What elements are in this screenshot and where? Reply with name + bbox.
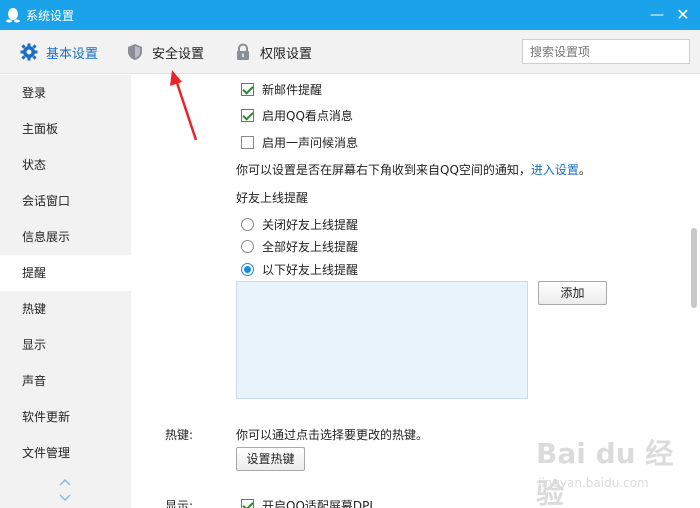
qq-feed-row[interactable]: 启用QQ看点消息 <box>241 107 353 124</box>
tab-security-label: 安全设置 <box>152 46 205 62</box>
qq-feed-checkbox[interactable] <box>241 109 254 122</box>
add-button[interactable]: 添加 <box>538 281 607 305</box>
scrollbar-thumb[interactable] <box>691 228 697 308</box>
radio-row-off[interactable]: 关闭好友上线提醒 <box>241 216 358 233</box>
open-settings-link[interactable]: 进入设置 <box>531 161 579 178</box>
sidebar-item-status[interactable]: 状态 <box>0 147 131 183</box>
gear-icon <box>20 43 38 61</box>
set-hotkey-button[interactable]: 设置热键 <box>236 447 305 471</box>
sidebar-item-sound[interactable]: 声音 <box>0 363 131 399</box>
title-bar: 系统设置 — ✕ <box>0 0 700 30</box>
greeting-row[interactable]: 启用一声问候消息 <box>241 134 358 151</box>
sidebar-item-reminders[interactable]: 提醒 <box>0 255 131 291</box>
tab-bar: 基本设置 安全设置 权限设置 <box>0 30 700 74</box>
radio-all-label: 全部好友上线提醒 <box>262 240 359 254</box>
red-arrow-annotation <box>170 70 198 141</box>
window-title: 系统设置 <box>26 9 75 23</box>
friend-list-box[interactable] <box>236 281 528 399</box>
sidebar-item-chat-window[interactable]: 会话窗口 <box>0 183 131 219</box>
sidebar-item-login[interactable]: 登录 <box>0 75 131 111</box>
dpi-label: 开启QQ适配屏幕DPI <box>262 499 373 508</box>
mail-reminder-label: 新邮件提醒 <box>262 83 323 97</box>
shield-icon <box>128 44 142 60</box>
close-button[interactable]: ✕ <box>672 4 694 26</box>
settings-window: 系统设置 — ✕ 基本设置 安全设置 权限设置 搜索设置项 登录 主面板 状态 … <box>0 0 700 508</box>
chevron-up-icon[interactable] <box>58 477 72 487</box>
mail-reminder-checkbox[interactable] <box>241 83 254 96</box>
sidebar-item-main-panel[interactable]: 主面板 <box>0 111 131 147</box>
search-input[interactable] <box>522 39 690 64</box>
qzone-notice-row: 你可以设置是否在屏幕右下角收到来自QQ空间的通知， 进入设置 。 <box>236 161 591 178</box>
qzone-notice-text: 你可以设置是否在屏幕右下角收到来自QQ空间的通知， <box>236 163 531 177</box>
sidebar: 登录 主面板 状态 会话窗口 信息展示 提醒 热键 显示 声音 软件更新 文件管… <box>0 75 131 508</box>
watermark-url: jingyan.baidu.com <box>538 476 649 490</box>
chevron-down-icon[interactable] <box>58 493 72 503</box>
display-section-label: 显示: <box>165 499 194 508</box>
radio-row-selected[interactable]: 以下好友上线提醒 <box>241 261 358 278</box>
radio-row-all[interactable]: 全部好友上线提醒 <box>241 238 358 255</box>
radio-all[interactable] <box>241 240 254 253</box>
qq-feed-label: 启用QQ看点消息 <box>262 109 353 123</box>
friend-online-heading: 好友上线提醒 <box>236 191 309 205</box>
qzone-notice-end: 。 <box>578 163 591 177</box>
minimize-button[interactable]: — <box>646 4 668 26</box>
greeting-checkbox[interactable] <box>241 136 254 149</box>
hotkey-section-label: 热键: <box>165 428 194 442</box>
radio-off[interactable] <box>241 218 254 231</box>
radio-selected-friends[interactable] <box>241 263 254 276</box>
sidebar-item-software-update[interactable]: 软件更新 <box>0 399 131 435</box>
tab-basic-label: 基本设置 <box>46 46 99 62</box>
radio-off-label: 关闭好友上线提醒 <box>262 218 359 232</box>
greeting-label: 启用一声问候消息 <box>262 136 359 150</box>
mail-reminder-row[interactable]: 新邮件提醒 <box>241 81 322 98</box>
radio-selected-label: 以下好友上线提醒 <box>262 263 359 277</box>
watermark: Bai du 经验 jingyan.baidu.com <box>532 432 692 508</box>
tab-basic-settings[interactable]: 基本设置 <box>20 30 98 74</box>
sidebar-item-hotkeys[interactable]: 热键 <box>0 291 131 327</box>
dpi-checkbox[interactable] <box>241 499 254 508</box>
tab-permission-settings[interactable]: 权限设置 <box>234 30 312 74</box>
sidebar-item-display[interactable]: 显示 <box>0 327 131 363</box>
hotkey-description: 你可以通过点击选择要更改的热键。 <box>236 428 429 442</box>
lock-icon <box>237 43 249 60</box>
qq-penguin-icon <box>6 8 20 23</box>
dpi-row[interactable]: 开启QQ适配屏幕DPI <box>241 497 373 508</box>
sidebar-item-file-management[interactable]: 文件管理 <box>0 435 131 471</box>
sidebar-item-info-display[interactable]: 信息展示 <box>0 219 131 255</box>
tab-permission-label: 权限设置 <box>260 46 313 62</box>
watermark-brand: Bai du 经验 <box>536 437 674 508</box>
